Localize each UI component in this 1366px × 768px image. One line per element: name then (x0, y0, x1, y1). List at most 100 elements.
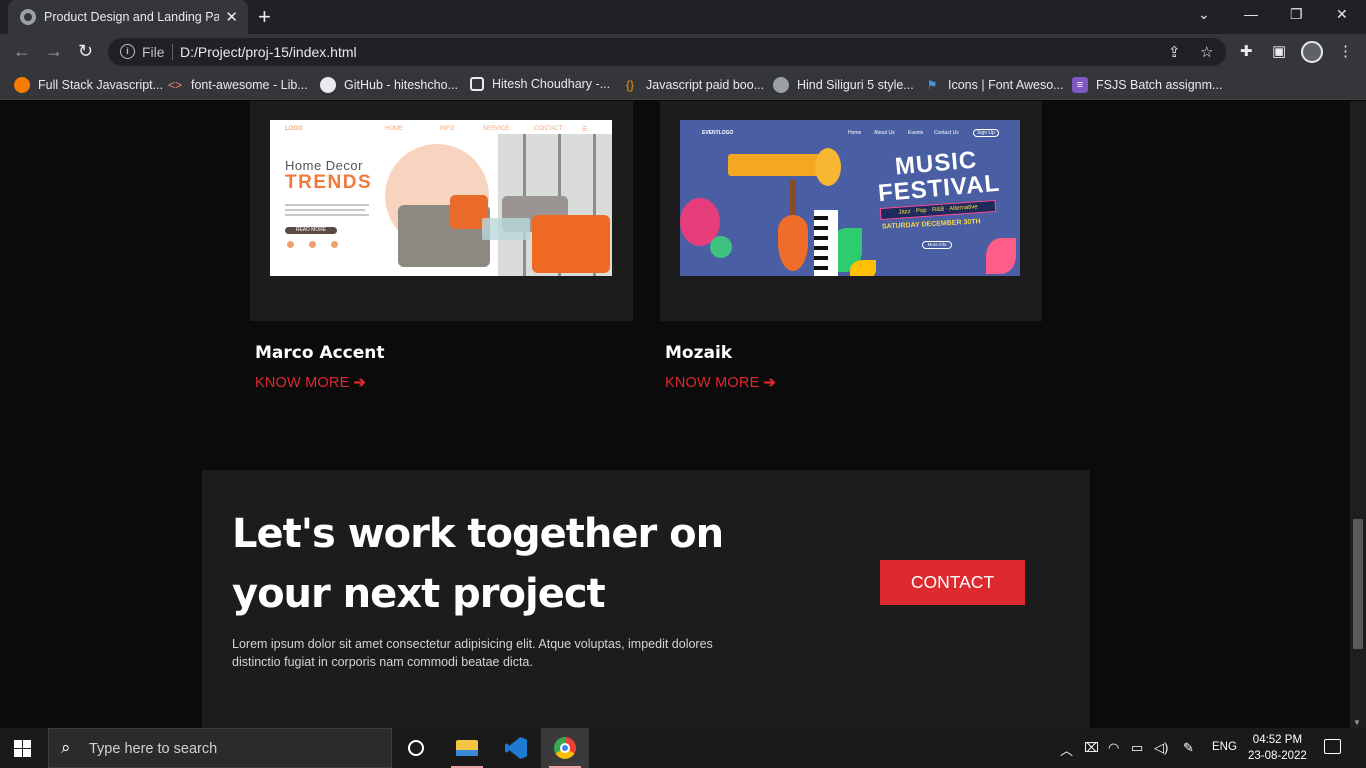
thumb-nav-item: About Us (874, 130, 895, 136)
volume-icon[interactable]: ◁) (1154, 740, 1168, 756)
cta-heading: Let's work together on your next project (232, 504, 752, 624)
minimize-button[interactable]: — (1244, 6, 1258, 22)
scroll-down-icon[interactable]: ▼ (1353, 718, 1361, 727)
orange-circle-icon (14, 77, 30, 93)
social-icon (287, 241, 294, 248)
thumb-text-line (285, 204, 369, 206)
new-tab-button[interactable]: + (258, 5, 271, 29)
reload-icon[interactable]: ↻ (78, 41, 93, 62)
bookmark-label: FSJS Batch assignm... (1096, 78, 1223, 92)
thumb-nav-item: Events (908, 130, 924, 136)
thumb-leaf (850, 260, 876, 276)
thumb-nav-item: INFO (440, 126, 455, 132)
code-brackets-icon: <> (167, 78, 182, 92)
bookmark-label: Javascript paid boo... (646, 78, 765, 92)
close-tab-icon[interactable]: ✕ (225, 8, 238, 26)
thumb-nav-item: Contact Us (934, 130, 959, 136)
windows-taskbar: ⌕ Type here to search ︿ ⌧ ◠ ▭ ◁) ✎ ENG 0… (0, 728, 1366, 768)
pen-icon[interactable]: ✎ (1183, 740, 1194, 756)
active-tab[interactable]: Product Design and Landing Pag ✕ (8, 0, 248, 34)
project-title: Marco Accent (255, 343, 385, 363)
cta-heading-line: Let's work together on (232, 511, 724, 557)
scheme-label: File (142, 44, 165, 60)
back-icon[interactable]: ← (13, 41, 31, 62)
bookmark-item[interactable]: ⚑ Icons | Font Aweso... (924, 77, 1064, 93)
battery-icon[interactable]: ▭ (1131, 740, 1143, 756)
bookmark-item[interactable]: GitHub - hiteshcho... (320, 77, 458, 93)
thumb-logo: LOGO (285, 126, 303, 132)
profile-avatar[interactable] (1301, 41, 1323, 63)
thumb-heading: Home Decor (285, 158, 363, 173)
bookmark-star-icon[interactable]: ☆ (1200, 43, 1213, 61)
browser-toolbar: ← → ↻ i File D:/Project/proj-15/index.ht… (0, 34, 1366, 70)
system-clock[interactable]: 04:52 PM 23-08-2022 (1248, 732, 1307, 764)
know-more-label: KNOW MORE (255, 375, 350, 391)
meet-now-icon[interactable]: ⌧ (1084, 740, 1099, 756)
bookmark-label: Hind Siliguri 5 style... (797, 78, 914, 92)
thumb-table (482, 218, 530, 240)
vscode-button[interactable] (492, 728, 540, 768)
bookmark-label: Hitesh Choudhary -... (492, 77, 611, 91)
windows-start-icon[interactable] (14, 740, 31, 757)
side-panel-icon[interactable]: ▣ (1272, 42, 1286, 60)
tab-strip: Product Design and Landing Pag ✕ + ⌄ — ❐… (0, 0, 1366, 34)
page-scrollbar[interactable]: ▼ (1350, 101, 1366, 728)
clock-time: 04:52 PM (1252, 734, 1303, 746)
search-placeholder: Type here to search (89, 741, 218, 757)
url-text[interactable]: D:/Project/proj-15/index.html (180, 44, 357, 60)
flag-icon: ⚑ (926, 78, 938, 92)
forward-icon[interactable]: → (45, 41, 63, 62)
know-more-link[interactable]: KNOW MORE ➔ (255, 375, 366, 391)
bookmark-item[interactable]: Full Stack Javascript... (14, 77, 163, 93)
menu-icon[interactable]: ⋮ (1338, 42, 1353, 60)
thumb-nav-item: HOME (385, 126, 403, 132)
divider (172, 44, 173, 60)
thumb-nav-item: CONTACT (534, 126, 563, 132)
scrollbar-thumb[interactable] (1353, 519, 1363, 649)
share-icon[interactable]: ⇪ (1168, 43, 1181, 61)
wifi-icon[interactable]: ◠ (1108, 740, 1119, 756)
bookmark-label: GitHub - hiteshcho... (344, 78, 458, 92)
project-thumbnail-music-festival[interactable]: EVENTLOGO Home About Us Events Contact U… (680, 120, 1020, 276)
language-indicator[interactable]: ENG (1212, 741, 1237, 753)
file-explorer-button[interactable] (443, 728, 491, 768)
task-view-button[interactable] (392, 728, 440, 768)
know-more-link[interactable]: KNOW MORE ➔ (665, 375, 776, 391)
square-icon (470, 77, 484, 91)
maximize-button[interactable]: ❐ (1290, 6, 1303, 23)
chevron-up-icon[interactable]: ︿ (1060, 740, 1073, 759)
arrow-right-icon: ➔ (353, 375, 367, 391)
thumb-guitar (778, 215, 808, 271)
taskbar-search[interactable]: ⌕ Type here to search (48, 728, 392, 768)
bookmark-item[interactable]: ≡ FSJS Batch assignm... (1072, 77, 1222, 93)
hamburger-icon: ☰ (582, 127, 588, 133)
info-icon[interactable]: i (120, 44, 135, 59)
thumb-signup: Sign Up (973, 129, 999, 137)
bookmarks-bar: Full Stack Javascript... <> font-awesome… (0, 70, 1366, 100)
cta-description: Lorem ipsum dolor sit amet consectetur a… (232, 637, 713, 669)
bookmark-item[interactable]: {} Javascript paid boo... (622, 77, 764, 93)
thumb-mic (710, 236, 732, 258)
bookmark-item[interactable]: Hitesh Choudhary -... (470, 77, 610, 91)
chrome-button[interactable] (541, 728, 589, 768)
thumb-nav-item: SERVICE (483, 126, 510, 132)
thumb-button: READ MORE (285, 227, 337, 234)
thumb-piano (814, 210, 838, 276)
page-viewport: LOGO HOME INFO SERVICE CONTACT ☰ Home De… (0, 101, 1350, 728)
thumb-text-line (285, 209, 365, 211)
tab-title: Product Design and Landing Pag (44, 10, 220, 24)
thumb-text-line (285, 214, 369, 216)
project-thumbnail-home-decor[interactable]: LOGO HOME INFO SERVICE CONTACT ☰ Home De… (270, 120, 612, 276)
bookmark-item[interactable]: <> font-awesome - Lib... (167, 77, 308, 93)
bookmark-item[interactable]: Hind Siliguri 5 style... (773, 77, 914, 93)
tab-search-icon[interactable]: ⌄ (1198, 6, 1210, 23)
bookmark-label: Full Stack Javascript... (38, 78, 164, 92)
folder-icon (456, 740, 478, 756)
notification-center-icon[interactable] (1324, 739, 1341, 754)
contact-button[interactable]: CONTACT (880, 560, 1025, 605)
vscode-icon (505, 737, 527, 759)
close-window-button[interactable]: ✕ (1336, 6, 1348, 23)
address-bar[interactable]: i File D:/Project/proj-15/index.html ⇪ ☆ (108, 38, 1226, 66)
social-icon (331, 241, 338, 248)
extensions-icon[interactable]: ✚ (1240, 42, 1253, 60)
